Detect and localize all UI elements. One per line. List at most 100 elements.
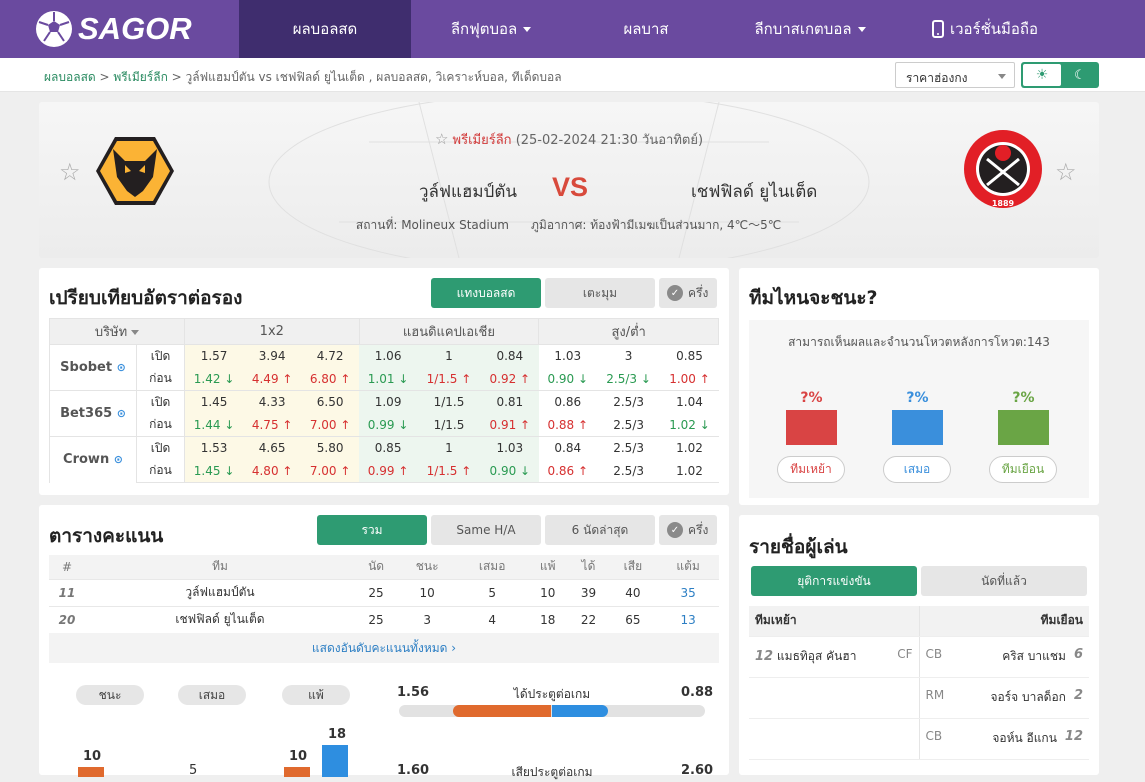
tab-live-odds[interactable]: แทงบอลสด (431, 278, 541, 308)
col-rank: # (49, 555, 85, 580)
odds-value: 1.00 (669, 371, 696, 386)
away-team-name[interactable]: เชฟฟิลด์ ยูไนเต็ด (691, 178, 911, 205)
tab-last-6[interactable]: 6 นัดล่าสุด (545, 515, 655, 545)
tab-overall[interactable]: รวม (317, 515, 427, 545)
arrow-up-icon: ↑ (336, 371, 351, 386)
goals-bar-away (552, 705, 608, 717)
sun-icon[interactable]: ☀ (1023, 64, 1061, 86)
home-team-name[interactable]: วูล์ฟแฮมป์ตัน (309, 178, 517, 205)
half-toggle[interactable]: ✓ ครึ่ง (659, 515, 717, 545)
moon-icon[interactable]: ☾ (1063, 64, 1097, 86)
nav-label: ผลบาส (623, 20, 669, 38)
odds-current-cell: 7.00 ↑ (301, 459, 360, 483)
col-1x2: 1x2 (184, 318, 360, 345)
home-player-cell[interactable] (749, 677, 920, 719)
tab-match-ended[interactable]: ยุติการแข่งขัน (751, 566, 917, 596)
nav-mobile-version[interactable]: เวอร์ชั่นมือถือ (899, 0, 1071, 58)
standings-row[interactable]: 20 เชฟฟิลด์ ยูไนเต็ด 25 3 4 18 22 65 13 (49, 606, 719, 634)
standings-cell: 65 (608, 606, 658, 634)
away-vote-bar (998, 410, 1049, 445)
breadcrumb-league[interactable]: พรีเมียร์ลีก (113, 70, 167, 84)
vote-title: ทีมไหนจะชนะ? (749, 287, 878, 309)
vote-draw-button[interactable]: เสมอ (883, 456, 951, 483)
league-star-icon[interactable]: ☆ (435, 130, 448, 148)
bookmaker-cell[interactable]: Crown ⊙ (49, 436, 137, 483)
odds-current-cell: 1/1.5 ↑ (417, 367, 481, 391)
favorite-away-star-icon[interactable]: ☆ (1055, 158, 1077, 186)
odds-open-cell: 1 (417, 344, 481, 368)
odds-current-cell: 1.02 ↓ (660, 413, 719, 437)
favorite-home-star-icon[interactable]: ☆ (59, 158, 81, 186)
odds-row-open: Crown ⊙ เปิด 1.53 4.65 5.80 0.85 1 1.03 0.84 2.5/… (49, 436, 719, 483)
away-player-cell[interactable]: CB 12 จอห์น อีแกน (919, 718, 1089, 760)
player-number: 6 (1073, 647, 1083, 662)
link-label: แสดงอันดับคะแนนทั้งหมด (311, 641, 448, 655)
odds-open-cell: 4.72 (301, 344, 360, 368)
odds-current-cell: 1/1.5 ↑ (417, 459, 481, 483)
vs-label: VS (552, 172, 589, 202)
home-draw-count: 5 (189, 763, 198, 778)
arrow-up-icon: ↑ (457, 371, 472, 386)
site-logo[interactable]: SAGOR (36, 9, 192, 49)
tab-last-match[interactable]: นัดที่แล้ว (921, 566, 1087, 596)
open-label: เปิด (136, 436, 185, 460)
standings-cell: 10 (527, 579, 569, 607)
odds-current-cell: 1.00 ↑ (660, 367, 719, 391)
col-draw: เสมอ (457, 555, 528, 580)
bookmaker-cell[interactable]: Bet365 ⊙ (49, 390, 137, 437)
arrow-up-icon: ↑ (278, 417, 293, 432)
nav-basketball-leagues[interactable]: ลีกบาสเกตบอล (721, 0, 899, 58)
tab-corners[interactable]: เตะมุม (545, 278, 655, 308)
trend-icon: ⊙ (113, 453, 123, 467)
filter-draw[interactable]: เสมอ (178, 685, 246, 705)
odds-value: 1.42 (193, 371, 221, 386)
standings-cell: 18 (527, 606, 569, 634)
odds-row-open: Bet365 ⊙ เปิด 1.45 4.33 6.50 1.09 1/1.5 0.81 0.8… (49, 390, 719, 437)
nav-football-leagues[interactable]: ลีกฟุตบอล (411, 0, 571, 58)
league-name[interactable]: พรีเมียร์ลีก (453, 133, 512, 148)
away-loss-count: 18 (328, 727, 347, 742)
filter-win[interactable]: ชนะ (76, 685, 144, 705)
odds-value: 1.45 (193, 463, 221, 478)
vote-description: สามารถเห็นผลและจำนวนโหวตหลังการโหวต:143 (788, 335, 1050, 349)
top-navbar: SAGOR ผลบอลสด ลีกฟุตบอล ผลบาส ลีกบาสเกตบ… (0, 0, 1145, 58)
odds-value: 2.5/3 (606, 371, 638, 386)
odds-value: 7.00 (309, 463, 337, 478)
home-player-cell[interactable] (749, 718, 920, 760)
odds-value: 4.75 (251, 417, 279, 432)
odds-current-cell: 1.44 ↓ (184, 413, 244, 437)
vote-away-button[interactable]: ทีมเยือน (989, 456, 1057, 483)
filter-loss[interactable]: แพ้ (282, 685, 350, 705)
show-all-standings-link[interactable]: แสดงอันดับคะแนนทั้งหมด › (49, 633, 719, 663)
nav-label: ผลบอลสด (292, 20, 358, 38)
odds-open-cell: 1.04 (660, 390, 719, 414)
odds-value: 6.80 (309, 371, 337, 386)
crest-year: 1889 (991, 199, 1015, 208)
nav-basketball[interactable]: ผลบาส (571, 0, 721, 58)
breadcrumb-home[interactable]: ผลบอลสด (44, 70, 96, 84)
player-number: 12 (755, 649, 774, 664)
away-player-cell[interactable]: RM 2 จอร์จ บาลด็อก (919, 677, 1089, 719)
home-player-cell[interactable]: 12 แมธทิอุส คันฮา CF (749, 636, 920, 678)
arrow-up-icon: ↑ (278, 371, 293, 386)
tab-same-ha[interactable]: Same H/A (431, 515, 541, 545)
half-toggle[interactable]: ✓ ครึ่ง (659, 278, 717, 308)
odds-value: 2.5/3 (613, 463, 644, 478)
col-company[interactable]: บริษัท (49, 318, 185, 345)
nav-live-scores[interactable]: ผลบอลสด (239, 0, 411, 58)
conceded-per-game-label: เสียประตูต่อเกม (511, 765, 593, 779)
standings-row[interactable]: 11 วูล์ฟแฮมป์ตัน 25 10 5 10 39 40 35 (49, 579, 719, 607)
home-vote-bar (786, 410, 837, 445)
theme-toggle[interactable]: ☀ ☾ (1021, 62, 1099, 88)
bookmaker-cell[interactable]: Sbobet ⊙ (49, 344, 137, 391)
odds-row-open: Sbobet ⊙ เปิด 1.57 3.94 4.72 1.06 1 0.84 1.03 3 0.… (49, 344, 719, 391)
players-card: รายชื่อผู้เล่น ยุติการแข่งขัน นัดที่แล้ว… (739, 515, 1099, 775)
vote-home-button[interactable]: ทีมเหย้า (777, 456, 845, 483)
home-win-count: 10 (83, 749, 102, 764)
arrow-down-icon: ↓ (220, 417, 235, 432)
away-player-cell[interactable]: CB 6 คริส บาแชม (919, 636, 1089, 678)
stadium-info: สถานที่: Molineux Stadium (355, 218, 509, 232)
player-position: RM (925, 688, 945, 702)
odds-format-select[interactable]: ราคาฮ่องกง (895, 62, 1015, 88)
vote-card: ทีมไหนจะชนะ? สามารถเห็นผลและจำนวนโหวตหลั… (739, 268, 1099, 505)
